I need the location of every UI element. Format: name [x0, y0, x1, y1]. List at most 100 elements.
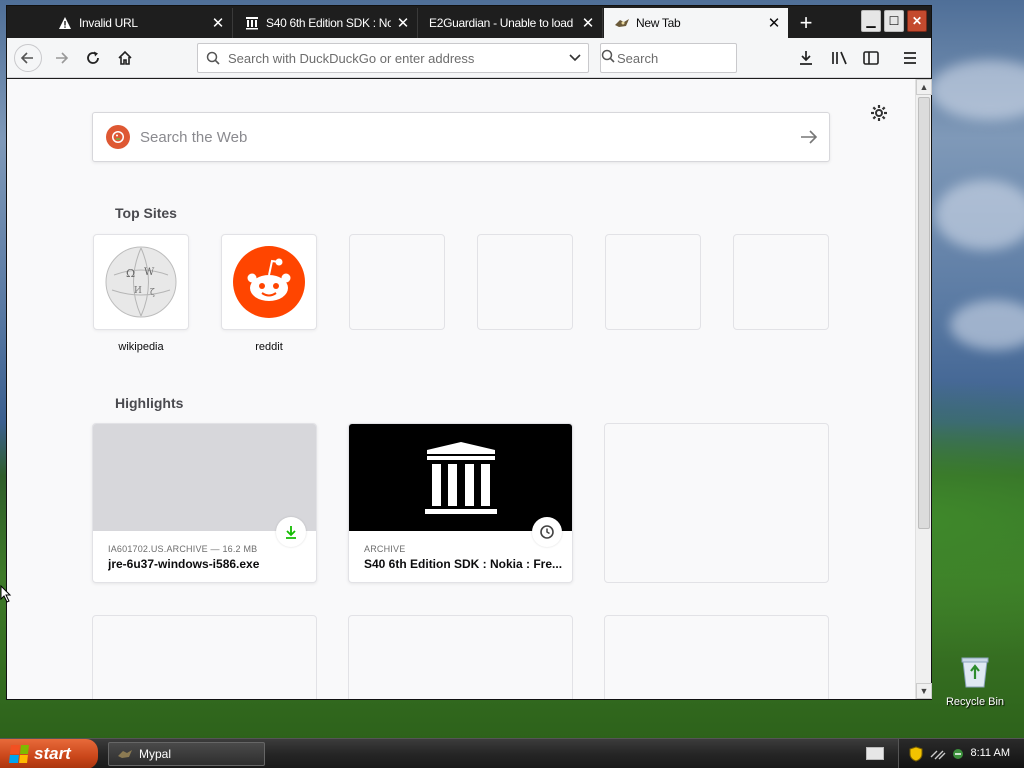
tab-title: Invalid URL: [79, 16, 138, 30]
clock[interactable]: 8:11 AM: [970, 747, 1010, 759]
top-site-tile-empty: [477, 234, 573, 330]
internet-archive-icon: [424, 441, 497, 514]
svg-text:Ω: Ω: [126, 267, 135, 280]
tab-s40-sdk[interactable]: S40 6th Edition SDK : Nokia ✕: [234, 8, 418, 38]
wikipedia-globe-icon: Ω W И ζ: [105, 246, 177, 318]
highlight-meta: IA601702.US.ARCHIVE — 16.2 MB: [108, 544, 258, 554]
top-site-tile-reddit[interactable]: [221, 234, 317, 330]
top-site-tile-empty: [733, 234, 829, 330]
search-icon: [198, 51, 228, 65]
highlight-thumbnail: [349, 424, 572, 531]
taskbar: start Mypal 8:11 AM: [0, 738, 1024, 768]
highlight-meta: ARCHIVE: [364, 544, 406, 554]
tab-invalid-url[interactable]: Invalid URL ✕: [47, 8, 233, 38]
taskbar-item-mypal[interactable]: Mypal: [108, 742, 265, 766]
reddit-alien-icon: [233, 246, 305, 318]
search-bar[interactable]: Search: [600, 43, 737, 73]
minimize-button[interactable]: ▁: [861, 10, 881, 32]
new-tab-button[interactable]: +: [793, 10, 819, 36]
sidebar-button[interactable]: [857, 44, 885, 72]
downloads-button[interactable]: [792, 44, 820, 72]
highlights-heading: Highlights: [115, 395, 184, 411]
home-icon: [118, 50, 132, 65]
search-bar-placeholder: Search: [617, 50, 659, 66]
highlight-card-jre[interactable]: IA601702.US.ARCHIVE — 16.2 MB jre-6u37-w…: [92, 423, 317, 583]
search-icon: [601, 49, 615, 68]
forward-button[interactable]: [47, 44, 75, 72]
arrow-right-icon: [56, 52, 69, 64]
highlight-card-empty: [348, 615, 573, 699]
duckduckgo-icon: [106, 125, 130, 149]
close-icon[interactable]: ✕: [210, 15, 226, 32]
address-bar[interactable]: Search with DuckDuckGo or enter address: [197, 43, 589, 73]
address-bar-placeholder: Search with DuckDuckGo or enter address: [228, 50, 475, 66]
highlight-card-empty: [604, 615, 829, 699]
close-icon[interactable]: ✕: [395, 15, 411, 32]
close-icon[interactable]: ✕: [580, 15, 596, 32]
recycle-bin-label: Recycle Bin: [945, 696, 1005, 708]
start-button[interactable]: start: [0, 739, 98, 768]
tab-e2guardian[interactable]: E2Guardian - Unable to load web ✕: [419, 8, 603, 38]
nav-toolbar: Search with DuckDuckGo or enter address …: [7, 38, 931, 78]
download-icon: [276, 517, 306, 547]
windows-logo-icon: [9, 745, 29, 763]
tab-title: New Tab: [636, 16, 681, 30]
top-site-label: wikipedia: [118, 341, 164, 353]
keyboard-icon[interactable]: [866, 747, 884, 760]
vertical-scrollbar[interactable]: ▲ ▼: [915, 79, 932, 699]
tab-strip: Invalid URL ✕ S40 6th Edition SDK : Noki…: [7, 6, 931, 38]
top-site-tile-empty: [605, 234, 701, 330]
arrow-left-icon: [20, 52, 33, 64]
web-search-box[interactable]: Search the Web: [92, 112, 830, 162]
start-label: start: [34, 744, 71, 763]
chevron-down-icon[interactable]: [562, 54, 588, 62]
library-button[interactable]: [826, 44, 854, 72]
scrollbar-thumb[interactable]: [918, 97, 930, 529]
tab-title: S40 6th Edition SDK : Nokia: [266, 16, 391, 30]
scroll-down-arrow[interactable]: ▼: [916, 683, 932, 699]
svg-text:W: W: [144, 267, 155, 278]
sidebar-icon: [863, 51, 879, 65]
tab-new-tab[interactable]: New Tab ✕: [604, 8, 788, 38]
top-site-tile-wikipedia[interactable]: Ω W И ζ: [93, 234, 189, 330]
mouse-cursor-icon: [0, 585, 12, 603]
reload-icon: [87, 51, 99, 64]
clock-icon: [532, 517, 562, 547]
e2guardian-icon: [614, 15, 630, 31]
reload-button[interactable]: [79, 44, 107, 72]
back-button[interactable]: [14, 44, 42, 72]
highlight-card-empty: [92, 615, 317, 699]
recycle-bin-icon: [961, 657, 989, 688]
top-site-label: reddit: [255, 341, 283, 353]
close-icon[interactable]: ✕: [766, 15, 782, 32]
scroll-up-arrow[interactable]: ▲: [916, 79, 932, 95]
menu-button[interactable]: [896, 44, 924, 72]
safely-remove-icon: [953, 749, 963, 759]
highlight-card-s40[interactable]: ARCHIVE S40 6th Edition SDK : Nokia : Fr…: [348, 423, 573, 583]
network-icon: [930, 750, 946, 760]
top-site-tile-empty: [349, 234, 445, 330]
highlight-thumbnail: [93, 424, 316, 531]
svg-text:ζ: ζ: [150, 288, 155, 298]
browser-window: Invalid URL ✕ S40 6th Edition SDK : Noki…: [6, 5, 932, 700]
svg-text:И: И: [134, 286, 142, 296]
highlight-title: S40 6th Edition SDK : Nokia : Fre...: [364, 557, 563, 571]
shield-icon: [909, 746, 923, 762]
new-tab-page: Search the Web Top Sites Ω W И ζ wikiped…: [7, 79, 915, 699]
maximize-button[interactable]: ☐: [884, 10, 904, 32]
taskbar-item-label: Mypal: [139, 747, 172, 761]
home-button[interactable]: [111, 44, 139, 72]
highlight-card-empty: [604, 423, 829, 583]
web-search-placeholder: Search the Web: [140, 128, 248, 146]
close-window-button[interactable]: ✕: [907, 10, 927, 32]
gear-icon[interactable]: [869, 103, 889, 123]
arrow-right-icon[interactable]: [789, 130, 829, 144]
recycle-bin[interactable]: Recycle Bin: [940, 655, 1010, 708]
top-sites-heading: Top Sites: [115, 205, 177, 221]
highlight-title: jre-6u37-windows-i586.exe: [108, 557, 260, 571]
archive-icon: [244, 15, 260, 31]
download-icon: [800, 51, 812, 65]
warning-icon: [57, 15, 73, 31]
hamburger-menu-icon: [904, 52, 916, 64]
library-icon: [832, 51, 847, 65]
